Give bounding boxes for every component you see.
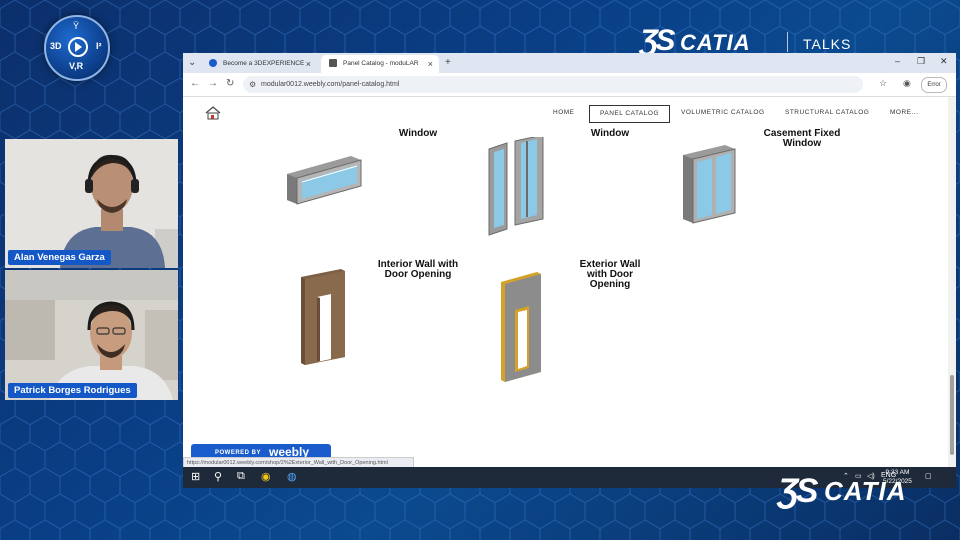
page-scrollbar[interactable] — [948, 97, 956, 467]
tab-panel-catalog[interactable]: Panel Catalog - moduLAR × — [321, 55, 439, 73]
nav-home[interactable]: HOME — [553, 105, 575, 121]
browser-window: ⌄ Become a 3DEXPERIENCE Engi... × Panel … — [183, 53, 956, 467]
logo-divider — [787, 32, 788, 52]
badge-i-label: I² — [96, 41, 102, 51]
badge-3d-label: 3D — [50, 41, 62, 51]
web-page: HOME PANEL CATALOG VOLUMETRIC CATALOG ST… — [183, 97, 948, 467]
forward-arrow-icon[interactable]: → — [208, 78, 218, 89]
product-image-casement-fixed-window[interactable] — [681, 143, 741, 227]
tab-label: Panel Catalog - moduLAR — [343, 60, 419, 67]
product-image-exterior-wall-door[interactable] — [497, 270, 549, 384]
bookmark-star-icon[interactable]: ☆ — [879, 78, 887, 89]
globe-favicon-icon — [209, 59, 217, 68]
product-caption-window-1[interactable]: Window — [378, 129, 458, 139]
reload-icon[interactable]: ↻ — [226, 78, 234, 89]
task-view-icon[interactable]: ⧉ — [237, 470, 245, 483]
status-url-tooltip: https://modular0012.weebly.com/shop/2%2E… — [183, 457, 414, 467]
person-video-2 — [5, 270, 178, 400]
person-video-1 — [5, 139, 178, 268]
product-caption-casement-fixed-window[interactable]: Casement Fixed Window — [757, 129, 847, 149]
address-bar[interactable]: ⚙ modular0012.weebly.com/panel-catalog.h… — [243, 76, 863, 93]
app-icon[interactable]: ◍ — [287, 470, 297, 483]
tab-3dexperience[interactable]: Become a 3DEXPERIENCE Engi... × — [201, 55, 317, 85]
product-caption-interior-wall-door[interactable]: Interior Wall with Door Opening — [372, 260, 464, 280]
chrome-icon[interactable]: ◉ — [261, 470, 271, 483]
nav-more[interactable]: MORE... — [890, 105, 918, 121]
webcam-panel-1: Alan Venegas Garza — [5, 139, 178, 268]
profile-icon[interactable]: ◉ — [903, 78, 911, 89]
tab-search-icon[interactable]: ⌄ — [188, 57, 196, 68]
webcam-panel-2: Patrick Borges Rodrigues — [5, 270, 178, 400]
close-tab-icon[interactable]: × — [428, 55, 433, 73]
nav-volumetric-catalog[interactable]: VOLUMETRIC CATALOG — [681, 105, 765, 121]
participant-name-tag: Alan Venegas Garza — [8, 250, 111, 265]
new-tab-button[interactable]: + — [445, 57, 451, 68]
house-logo-icon[interactable] — [205, 106, 221, 120]
product-caption-exterior-wall-door[interactable]: Exterior Wall with Door Opening — [570, 260, 650, 290]
error-button[interactable]: Error — [921, 77, 947, 93]
windows-start-icon[interactable]: ⊞ — [191, 470, 200, 483]
ds-logo-icon: ƷS — [778, 472, 818, 510]
scrollbar-thumb[interactable] — [950, 375, 954, 455]
product-image-window-1[interactable] — [281, 152, 367, 218]
badge-vr-label: V,R — [69, 61, 84, 71]
nav-structural-catalog[interactable]: STRUCTURAL CATALOG — [785, 105, 869, 121]
back-arrow-icon[interactable]: ← — [190, 78, 200, 89]
notifications-icon[interactable]: ▢ — [925, 472, 932, 480]
product-caption-window-2[interactable]: Window — [570, 129, 650, 139]
participant-name-tag: Patrick Borges Rodrigues — [8, 383, 137, 398]
minimize-icon[interactable]: – — [895, 56, 900, 66]
nav-panel-catalog[interactable]: PANEL CATALOG — [589, 105, 670, 123]
close-tab-icon[interactable]: × — [306, 55, 311, 73]
maximize-icon[interactable]: ❐ — [917, 56, 925, 67]
close-window-icon[interactable]: ✕ — [940, 56, 948, 67]
product-image-interior-wall-door[interactable] — [295, 269, 351, 367]
browser-toolbar: ← → ↻ ⚙ modular0012.weebly.com/panel-cat… — [183, 73, 956, 97]
url-text: modular0012.weebly.com/panel-catalog.htm… — [261, 81, 400, 88]
play-icon — [68, 37, 88, 57]
site-info-icon[interactable]: ⚙ — [249, 76, 256, 93]
talks-label: TALKS — [803, 36, 852, 52]
weebly-favicon-icon — [329, 59, 337, 68]
3dvr-logo-badge: Ÿ 3D I² V,R — [44, 15, 110, 81]
catia-wordmark: CATIA — [824, 476, 907, 506]
badge-top-glyph: Ÿ — [73, 21, 80, 31]
tab-strip: ⌄ Become a 3DEXPERIENCE Engi... × Panel … — [183, 53, 956, 85]
powered-by-label: POWERED BY — [215, 450, 262, 456]
product-image-window-2[interactable] — [483, 137, 553, 237]
search-icon[interactable]: ⚲ — [214, 470, 222, 483]
bottom-banner — [0, 488, 960, 540]
